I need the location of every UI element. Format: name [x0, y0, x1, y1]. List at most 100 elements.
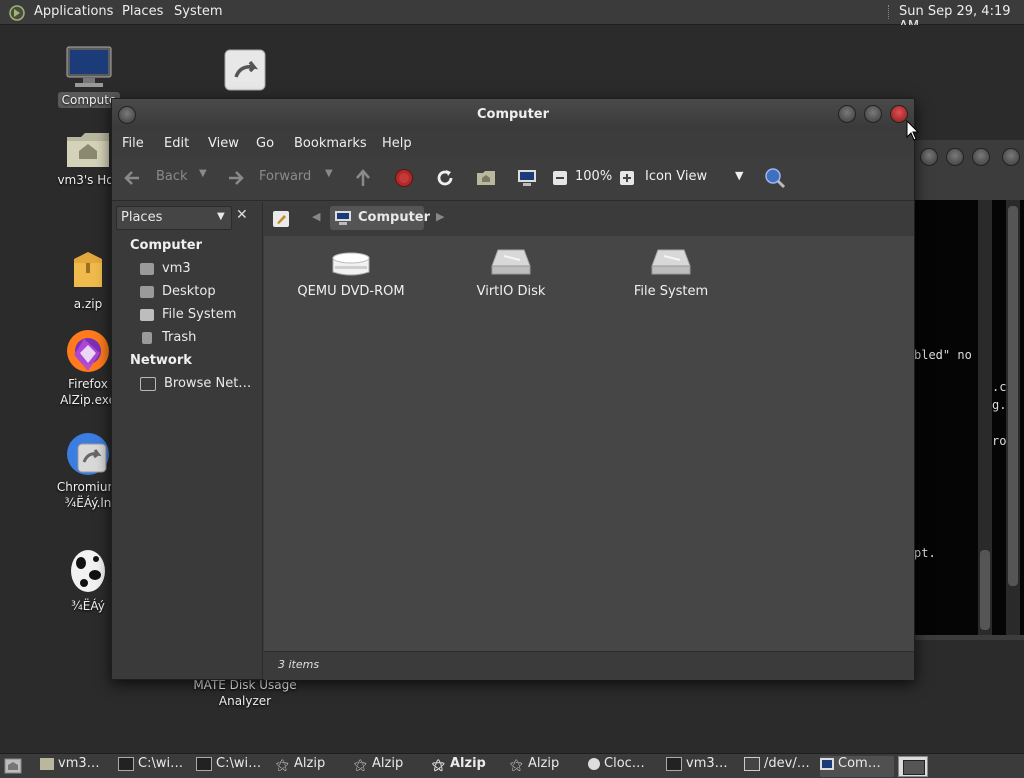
up-arrow-icon[interactable]	[353, 168, 373, 188]
taskbar-button-alzip-4[interactable]: ⚝ Alzip	[510, 756, 580, 777]
sidebar-heading-computer: Computer	[130, 238, 203, 253]
computer-icon[interactable]	[517, 168, 537, 188]
back-history-dropdown[interactable]: ▼	[199, 168, 207, 179]
menu-go[interactable]: Go	[256, 136, 274, 151]
sidebar-item-vm3[interactable]: vm3	[140, 261, 191, 276]
menu-edit[interactable]: Edit	[164, 136, 189, 151]
terminal2-scroll-thumb[interactable]	[1008, 206, 1018, 586]
file-item-label: VirtIO Disk	[476, 284, 546, 299]
terminal2-button[interactable]	[1002, 148, 1020, 166]
path-scroll-left-icon[interactable]: ◀	[312, 210, 320, 223]
taskbar-button-cmd-2[interactable]: C:\wi…	[196, 756, 268, 777]
drive-icon	[140, 308, 154, 321]
taskbar-button-vm3-2[interactable]: vm3…	[666, 756, 738, 777]
chromium-icon	[67, 433, 109, 475]
taskbar-button-alzip-3[interactable]: ⚝ Alzip	[432, 756, 502, 777]
home-folder-icon	[67, 133, 109, 167]
terminal-scroll-thumb[interactable]	[980, 550, 990, 630]
workspace-1[interactable]	[903, 760, 925, 775]
zoom-out-icon[interactable]	[552, 170, 568, 186]
home-icon[interactable]	[476, 168, 496, 188]
sidebar-item-trash[interactable]: Trash	[140, 330, 196, 345]
path-scroll-right-icon[interactable]: ▶	[436, 210, 444, 223]
terminal-scrollbar[interactable]	[978, 200, 992, 635]
path-button-computer[interactable]: Computer	[330, 206, 430, 230]
terminal2-output[interactable]: .c g. ro	[992, 200, 1024, 635]
search-icon[interactable]	[764, 167, 786, 189]
menu-help[interactable]: Help	[382, 136, 412, 151]
file-manager-window[interactable]: Computer File Edit View Go Bookmarks Hel…	[111, 98, 915, 680]
minimize-button[interactable]	[838, 105, 856, 123]
menu-view[interactable]: View	[208, 136, 239, 151]
desktop-icon-cow[interactable]: ¾ËÁý	[58, 547, 118, 614]
taskbar-button-cmd-1[interactable]: C:\wi…	[118, 756, 190, 777]
sidebar-item-file-system[interactable]: File System	[140, 307, 236, 322]
hard-disk-icon	[651, 249, 691, 275]
forward-history-dropdown[interactable]: ▼	[325, 168, 333, 179]
sidebar: Places ▼ ✕ Computer vm3 Desktop File Sys…	[112, 202, 263, 679]
desktop-icon-disk-usage[interactable]: MATE Disk Usage Analyzer	[184, 677, 306, 709]
close-sidebar-icon[interactable]: ✕	[236, 207, 248, 223]
view-mode-dropdown-arrow[interactable]: ▼	[735, 169, 743, 182]
folder-icon	[40, 757, 54, 770]
file-item-file-system[interactable]: File System	[596, 248, 746, 299]
back-button[interactable]: Back	[156, 169, 188, 184]
mouse-pointer-icon	[906, 120, 920, 141]
taskbar-label: C:\wi…	[216, 756, 262, 771]
zoom-level[interactable]: 100%	[575, 169, 612, 184]
path-bar: ◀ Computer ▶	[264, 202, 914, 236]
alzip-icon: ⚝	[276, 757, 289, 773]
taskbar-button-alzip-1[interactable]: ⚝ Alzip	[276, 756, 346, 777]
computer-icon	[335, 211, 351, 225]
show-desktop-icon[interactable]	[4, 758, 22, 774]
taskbar-button-dev[interactable]: /dev/…	[744, 756, 816, 777]
terminal-line: pt.	[914, 546, 936, 560]
file-item-virtio-disk[interactable]: VirtIO Disk	[436, 248, 586, 299]
menu-file[interactable]: File	[122, 136, 144, 151]
menu-bookmarks[interactable]: Bookmarks	[294, 136, 367, 151]
taskbar-label: vm3…	[686, 756, 728, 771]
alzip-icon: ⚝	[510, 757, 523, 773]
desktop-icon-azip[interactable]: a.zip	[58, 249, 118, 312]
terminal-line: ro	[992, 434, 1007, 448]
icon-view[interactable]: QEMU DVD-ROM VirtIO Disk File System	[264, 236, 914, 651]
file-item-qemu-dvd-rom[interactable]: QEMU DVD-ROM	[276, 248, 426, 299]
workspace-switcher[interactable]	[898, 756, 928, 777]
terminal-output[interactable]: bled" no	[914, 200, 978, 635]
system-menu[interactable]: System	[174, 4, 222, 19]
maximize-button[interactable]	[864, 105, 882, 123]
terminal2-scrollbar[interactable]	[1006, 200, 1020, 635]
reload-icon[interactable]	[435, 168, 455, 188]
taskbar-button-computer[interactable]: Com…	[820, 756, 894, 777]
sidebar-item-label: File System	[162, 307, 237, 322]
desktop-icon-label: MATE Disk Usage Analyzer	[193, 678, 297, 708]
file-item-label: File System	[633, 284, 709, 299]
location-toggle-icon[interactable]	[272, 210, 290, 228]
taskbar-label: Alzip	[294, 756, 326, 771]
places-menu[interactable]: Places	[122, 4, 163, 19]
window-titlebar[interactable]: Computer	[112, 99, 914, 129]
view-mode-select[interactable]: Icon View	[645, 169, 707, 184]
terminal-icon	[666, 756, 682, 771]
desktop-icon-shortcut-top[interactable]	[224, 49, 266, 94]
applications-menu[interactable]: Applications	[34, 4, 113, 19]
archive-icon	[74, 252, 102, 287]
terminal-minimize-button[interactable]	[920, 148, 938, 166]
taskbar-button-vm3[interactable]: vm3…	[40, 756, 110, 777]
mate-logo-icon[interactable]	[9, 5, 25, 21]
terminal-maximize-button[interactable]	[946, 148, 964, 166]
stop-icon[interactable]	[394, 168, 414, 188]
sidebar-item-desktop[interactable]: Desktop	[140, 284, 216, 299]
optical-drive-icon	[332, 252, 370, 276]
desktop-icon-label: ¾ËÁý	[71, 599, 105, 613]
taskbar-button-alzip-2[interactable]: ⚝ Alzip	[354, 756, 424, 777]
terminal-close-button[interactable]	[972, 148, 990, 166]
places-selector[interactable]: Places ▼	[116, 206, 232, 230]
forward-arrow-icon[interactable]	[226, 168, 246, 188]
back-arrow-icon[interactable]	[122, 168, 142, 188]
forward-button[interactable]: Forward	[259, 169, 311, 184]
taskbar-button-clock[interactable]: Cloc…	[588, 756, 660, 777]
top-panel: Applications Places System Sun Sep 29, 4…	[0, 0, 1024, 34]
sidebar-item-browse-network[interactable]: Browse Net…	[140, 376, 251, 391]
zoom-in-icon[interactable]	[619, 170, 635, 186]
